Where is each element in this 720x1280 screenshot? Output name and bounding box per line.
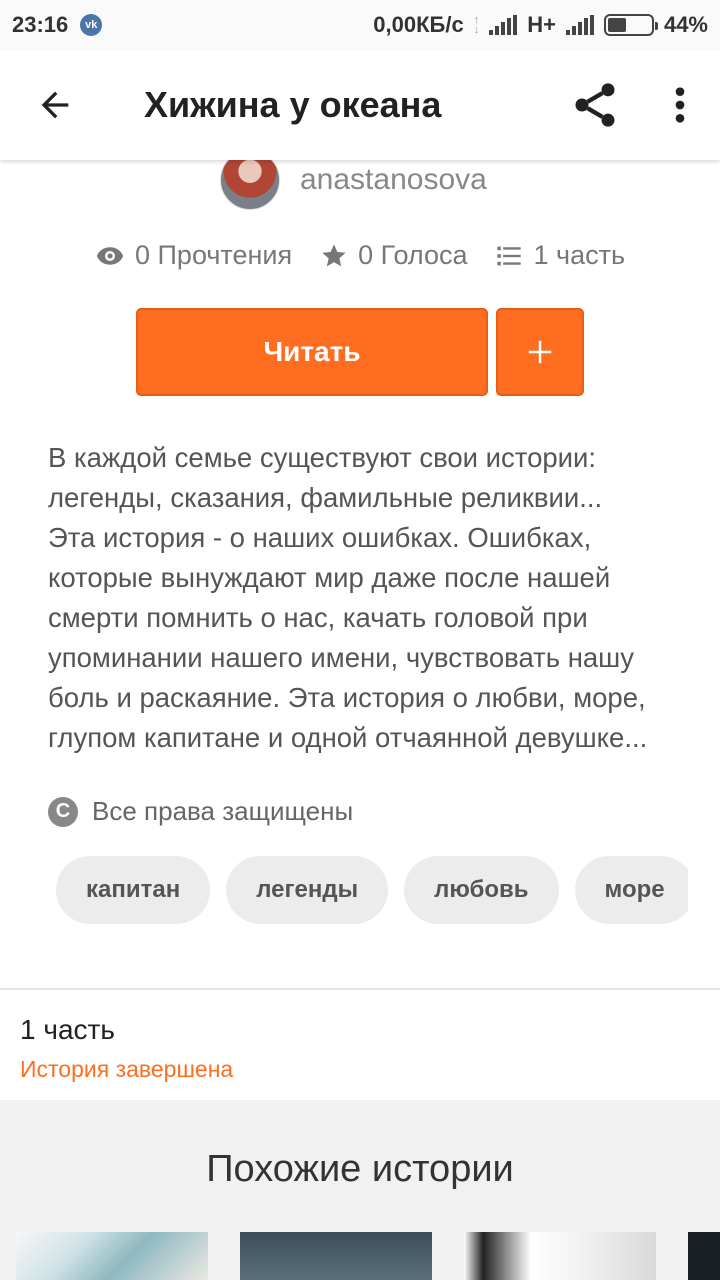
story-stats: 0 Прочтения 0 Голоса 1 часть bbox=[95, 240, 653, 271]
status-bar: 23:16 vk 0,00КБ/с ↑ ↓ H+ 44% bbox=[0, 0, 720, 50]
data-transfer-icon: ↑ ↓ bbox=[473, 14, 480, 36]
tag-chip[interactable]: легенды bbox=[226, 856, 389, 924]
battery-icon bbox=[603, 14, 658, 36]
tag-chip[interactable]: капитан bbox=[56, 856, 211, 924]
list-icon bbox=[497, 246, 522, 265]
star-icon bbox=[322, 243, 346, 266]
copyright-icon: C bbox=[48, 796, 78, 827]
signal-icon-2 bbox=[565, 15, 594, 35]
votes-stat: 0 Голоса bbox=[320, 240, 467, 271]
share-icon bbox=[575, 83, 615, 127]
parts-stat: 1 часть bbox=[495, 240, 625, 271]
network-type: H+ bbox=[527, 12, 556, 37]
add-to-library-button[interactable] bbox=[496, 308, 584, 396]
more-options-button[interactable] bbox=[640, 50, 720, 160]
app-bar: Хижина у океана bbox=[0, 50, 720, 160]
vk-notification-icon: vk bbox=[80, 14, 103, 36]
back-arrow-icon bbox=[41, 91, 69, 119]
story-cover[interactable] bbox=[688, 1232, 720, 1280]
more-vertical-icon bbox=[675, 87, 685, 123]
completion-status: История завершена bbox=[20, 1056, 234, 1082]
eye-icon bbox=[96, 246, 124, 265]
parts-title[interactable]: 1 часть bbox=[20, 1014, 115, 1046]
reads-count: 0 Прочтения bbox=[135, 240, 293, 270]
parts-count: 1 часть bbox=[533, 240, 626, 270]
similar-stories-title: Похожие истории bbox=[206, 1148, 514, 1190]
page-title: Хижина у океана bbox=[144, 84, 442, 125]
copyright-row: C Все права защищены bbox=[48, 796, 353, 827]
story-description: В каждой семье существуют свои истории: … bbox=[48, 442, 648, 753]
plus-icon bbox=[528, 340, 552, 364]
story-cover[interactable] bbox=[464, 1232, 656, 1280]
reads-stat: 0 Прочтения bbox=[95, 240, 292, 271]
copyright-label: Все права защищены bbox=[92, 796, 354, 826]
author-name[interactable]: anastanosova bbox=[300, 163, 487, 197]
tag-chip[interactable]: море bbox=[574, 856, 688, 924]
read-button[interactable]: Читать bbox=[136, 308, 488, 396]
votes-count: 0 Голоса bbox=[358, 240, 468, 270]
signal-icon bbox=[489, 15, 518, 35]
status-time: 23:16 bbox=[12, 12, 69, 37]
tag-chip[interactable]: любовь bbox=[404, 856, 559, 924]
share-button[interactable] bbox=[550, 50, 640, 160]
story-cover[interactable] bbox=[240, 1232, 432, 1280]
battery-percent: 44% bbox=[663, 12, 708, 37]
similar-stories-section: Похожие истории bbox=[0, 1100, 720, 1280]
back-button[interactable] bbox=[0, 50, 110, 160]
tag-list: капитан легенды любовь море bbox=[56, 856, 688, 926]
network-speed: 0,00КБ/с bbox=[373, 12, 464, 37]
section-divider bbox=[0, 988, 720, 990]
story-cover[interactable] bbox=[16, 1232, 208, 1280]
